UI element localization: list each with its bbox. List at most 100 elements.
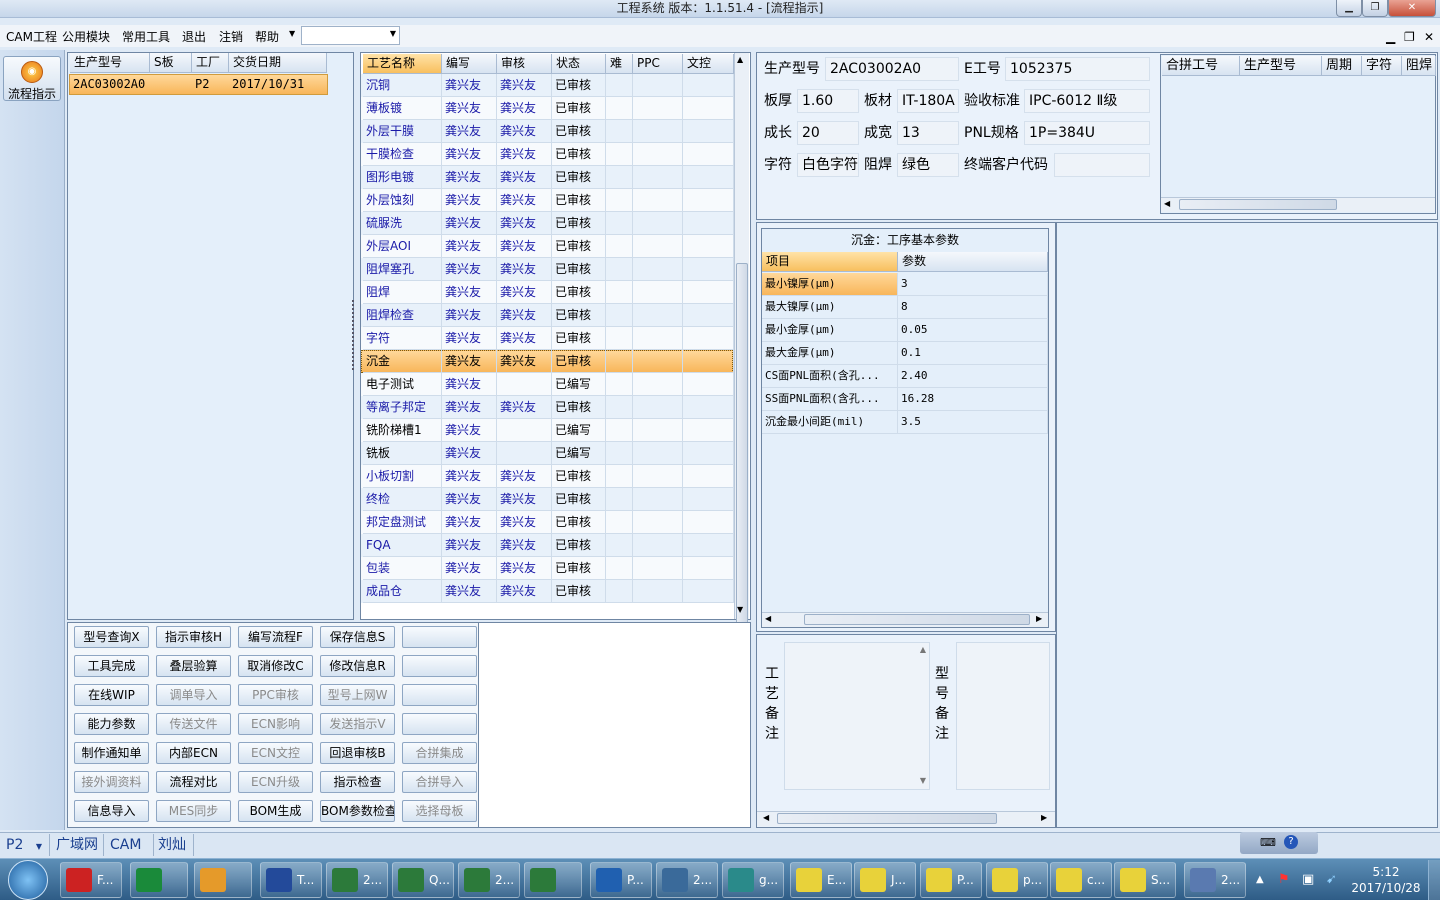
close-icon[interactable]: ✕ <box>1388 0 1436 17</box>
notes-hscrollbar[interactable]: ◀ ▶ <box>757 811 1055 826</box>
taskbar-item-9[interactable]: 2... <box>656 862 718 898</box>
action-button-3-4[interactable] <box>402 713 477 735</box>
taskbar-item-0[interactable]: F... <box>60 862 122 898</box>
action-button-4-4[interactable]: 合拼集成 <box>402 742 477 764</box>
clock[interactable]: 5:12 2017/10/28 <box>1350 864 1422 896</box>
param-item-cell[interactable]: CS面PNL面积(含孔... <box>762 365 898 388</box>
action-button-6-4[interactable]: 选择母板 <box>402 800 477 822</box>
mdi-close-icon[interactable]: ✕ <box>1424 30 1434 44</box>
status-tab-0[interactable]: 广域网 <box>52 834 104 856</box>
taskbar-item-4[interactable]: 2... <box>326 862 388 898</box>
length-field[interactable]: 20 <box>797 121 859 145</box>
param-value-cell[interactable]: 0.1 <box>898 342 1048 365</box>
param-value-cell[interactable]: 8 <box>898 296 1048 319</box>
scroll-left-icon[interactable]: ◀ <box>1164 199 1170 208</box>
character-field[interactable]: 白色字符 <box>797 153 859 177</box>
action-button-2-4[interactable] <box>402 684 477 706</box>
status-tab-2[interactable]: 刘灿 <box>154 834 194 856</box>
scrollbar-thumb[interactable] <box>804 614 1030 625</box>
thickness-field[interactable]: 1.60 <box>797 89 859 113</box>
menu-combo[interactable]: ▼ <box>301 26 400 45</box>
action-button-2-1[interactable]: 调单导入 <box>156 684 231 706</box>
process-col-header[interactable]: 工艺名称 <box>363 54 442 74</box>
action-button-1-4[interactable] <box>402 655 477 677</box>
standard-field[interactable]: IPC-6012 Ⅱ级 <box>1024 89 1150 113</box>
menu-item-5[interactable]: 帮助 <box>255 28 279 45</box>
scroll-up-icon[interactable]: ▲ <box>920 645 926 654</box>
action-button-5-0[interactable]: 接外调资料 <box>74 771 149 793</box>
taskbar-item-8[interactable]: P... <box>590 862 652 898</box>
taskbar-item-15[interactable]: c... <box>1050 862 1112 898</box>
params-hscrollbar[interactable]: ◀ ▶ <box>762 612 1048 627</box>
help-dropdown-arrow-icon[interactable]: ▼ <box>289 29 295 38</box>
taskbar-item-11[interactable]: E... <box>790 862 852 898</box>
order-col-header[interactable]: S板 <box>150 53 192 73</box>
param-value-cell[interactable]: 16.28 <box>898 388 1048 411</box>
taskbar-item-2[interactable] <box>194 862 252 898</box>
action-button-3-1[interactable]: 传送文件 <box>156 713 231 735</box>
merge-col-header[interactable]: 合拼工号 <box>1162 56 1240 76</box>
scroll-left-icon[interactable]: ◀ <box>763 813 769 822</box>
solder-mask-field[interactable]: 绿色 <box>897 153 959 177</box>
param-item-cell[interactable]: 最大镍厚(μm) <box>762 296 898 319</box>
taskbar-item-3[interactable]: T... <box>260 862 322 898</box>
scroll-left-icon[interactable]: ◀ <box>765 614 771 623</box>
start-button-icon[interactable] <box>8 860 48 900</box>
scroll-right-icon[interactable]: ▶ <box>1041 813 1047 822</box>
param-item-cell[interactable]: 最小镍厚(μm) <box>762 273 898 296</box>
taskbar-item-17[interactable]: 2... <box>1184 862 1246 898</box>
process-col-header[interactable]: 难 <box>606 54 633 74</box>
action-button-5-4[interactable]: 合拼导入 <box>402 771 477 793</box>
material-field[interactable]: IT-180A <box>897 89 959 113</box>
process-col-header[interactable]: 状态 <box>552 54 606 74</box>
action-button-0-0[interactable]: 型号查询X <box>74 626 149 648</box>
taskbar-item-5[interactable]: Q... <box>392 862 454 898</box>
action-button-0-3[interactable]: 保存信息S <box>320 626 395 648</box>
e-number-field[interactable]: 1052375 <box>1005 57 1150 81</box>
action-button-6-1[interactable]: MES同步 <box>156 800 231 822</box>
param-value-cell[interactable]: 3.5 <box>898 411 1048 434</box>
merge-col-header[interactable]: 阻焊 <box>1402 56 1436 76</box>
keyboard-icon[interactable]: ⌨ <box>1260 836 1276 849</box>
process-col-header[interactable]: 审核 <box>497 54 552 74</box>
customer-code-field[interactable] <box>1054 153 1150 177</box>
merge-col-header[interactable]: 字符 <box>1362 56 1402 76</box>
show-desktop-button[interactable] <box>1428 860 1440 900</box>
network-icon[interactable]: ⚑ <box>1278 872 1290 887</box>
process-col-header[interactable]: 文控 <box>683 54 734 74</box>
scrollbar-thumb[interactable] <box>777 813 997 824</box>
param-item-cell[interactable]: SS面PNL面积(含孔... <box>762 388 898 411</box>
menu-item-2[interactable]: 常用工具 <box>122 28 170 45</box>
status-tab-1[interactable]: CAM <box>106 834 154 856</box>
minimize-icon[interactable]: ▁ <box>1336 0 1362 17</box>
param-value-cell[interactable]: 2.40 <box>898 365 1048 388</box>
action-button-3-3[interactable]: 发送指示V <box>320 713 395 735</box>
process-col-header[interactable]: 编写 <box>442 54 497 74</box>
monitor-icon[interactable]: ▣ <box>1302 872 1314 887</box>
taskbar-item-12[interactable]: J... <box>854 862 916 898</box>
merge-col-header[interactable]: 周期 <box>1322 56 1362 76</box>
scrollbar-thumb[interactable] <box>1179 199 1337 210</box>
action-button-2-2[interactable]: PPC审核 <box>238 684 313 706</box>
param-value-cell[interactable]: 3 <box>898 273 1048 296</box>
model-field[interactable]: 2AC03002A0 <box>825 57 959 81</box>
menu-item-1[interactable]: 公用模块 <box>62 28 110 45</box>
merge-grid-hscrollbar[interactable]: ◀ <box>1161 197 1435 212</box>
taskbar-item-16[interactable]: S... <box>1114 862 1176 898</box>
scrollbar-thumb[interactable] <box>736 263 748 653</box>
mdi-restore-icon[interactable]: ❐ <box>1404 30 1415 44</box>
order-col-header[interactable]: 工厂 <box>192 53 229 73</box>
action-button-0-1[interactable]: 指示审核H <box>156 626 231 648</box>
scroll-right-icon[interactable]: ▶ <box>1036 614 1042 623</box>
taskbar-item-10[interactable]: g... <box>722 862 784 898</box>
action-button-0-4[interactable] <box>402 626 477 648</box>
action-button-4-0[interactable]: 制作通知单 <box>74 742 149 764</box>
taskbar-item-6[interactable]: 2... <box>458 862 520 898</box>
menu-item-4[interactable]: 注销 <box>219 28 243 45</box>
maximize-icon[interactable]: ❐ <box>1362 0 1388 17</box>
action-button-5-1[interactable]: 流程对比 <box>156 771 231 793</box>
taskbar-item-13[interactable]: P... <box>920 862 982 898</box>
param-item-cell[interactable]: 最小金厚(μm) <box>762 319 898 342</box>
process-col-header[interactable]: PPC <box>633 54 683 74</box>
action-button-6-0[interactable]: 信息导入 <box>74 800 149 822</box>
